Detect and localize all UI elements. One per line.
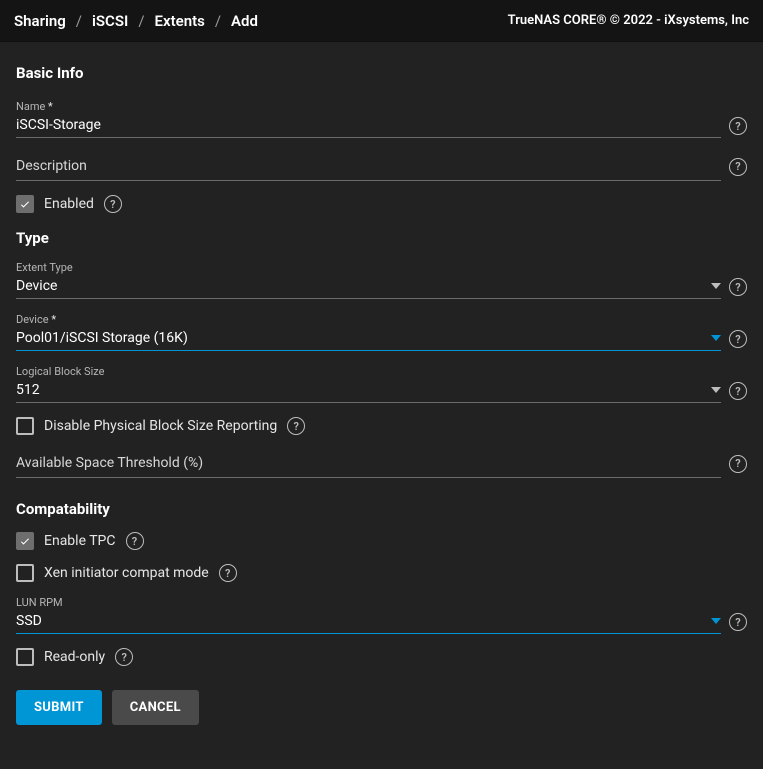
chevron-down-icon [711,281,721,291]
extent-type-select[interactable]: Device [16,275,721,299]
help-icon[interactable]: ? [287,417,305,435]
breadcrumb-add[interactable]: Add [231,12,258,30]
chevron-down-icon [711,616,721,626]
field-threshold: Available Space Threshold (%) ? [16,449,747,478]
input-wrap-name[interactable] [16,114,721,138]
disable-pbs-label: Disable Physical Block Size Reporting [44,418,277,434]
help-icon[interactable]: ? [729,330,747,348]
enabled-checkbox[interactable] [16,195,34,213]
topbar: Sharing / iSCSI / Extents / Add TrueNAS … [0,0,763,42]
chevron-down-icon [711,385,721,395]
name-input[interactable] [16,117,721,133]
breadcrumb-sharing[interactable]: Sharing [14,12,66,30]
field-enabled: Enabled ? [16,195,747,213]
copyright-text: TrueNAS CORE® © 2022 - iXsystems, Inc [508,13,749,28]
label-name: Name * [16,100,747,113]
device-select[interactable]: Pool01/iSCSI Storage (16K) [16,327,721,351]
enabled-label: Enabled [44,196,94,212]
breadcrumb-iscsi[interactable]: iSCSI [92,12,128,30]
field-device: Device * Pool01/iSCSI Storage (16K) ? [16,313,747,351]
xen-checkbox[interactable] [16,564,34,582]
label-lbs: Logical Block Size [16,365,747,378]
field-extent-type: Extent Type Device ? [16,261,747,299]
field-readonly: Read-only ? [16,648,747,666]
field-description: Description ? [16,152,747,181]
help-icon[interactable]: ? [126,532,144,550]
submit-button[interactable]: SUBMIT [16,690,102,725]
disable-pbs-checkbox[interactable] [16,417,34,435]
threshold-input[interactable]: Available Space Threshold (%) [16,449,721,478]
description-input[interactable]: Description [16,152,721,181]
xen-label: Xen initiator compat mode [44,565,209,581]
help-icon[interactable]: ? [729,117,747,135]
lunrpm-select[interactable]: SSD [16,610,721,634]
breadcrumb-sep: / [138,12,144,30]
breadcrumb-sep: / [76,12,82,30]
page-body: Basic Info Name * ? Description ? Enable… [0,42,763,769]
field-enable-tpc: Enable TPC ? [16,532,747,550]
section-title-basic: Basic Info [16,64,747,82]
help-icon[interactable]: ? [115,648,133,666]
readonly-checkbox[interactable] [16,648,34,666]
help-icon[interactable]: ? [729,382,747,400]
help-icon[interactable]: ? [729,613,747,631]
lbs-select[interactable]: 512 [16,379,721,403]
help-icon[interactable]: ? [729,278,747,296]
readonly-label: Read-only [44,649,105,665]
label-extent-type: Extent Type [16,261,747,274]
label-lunrpm: LUN RPM [16,596,747,609]
section-title-type: Type [16,229,747,247]
chevron-down-icon [711,333,721,343]
field-lunrpm: LUN RPM SSD ? [16,596,747,634]
field-disable-pbs: Disable Physical Block Size Reporting ? [16,417,747,435]
help-icon[interactable]: ? [104,195,122,213]
cancel-button[interactable]: CANCEL [112,690,199,725]
label-device: Device * [16,313,747,326]
help-icon[interactable]: ? [729,158,747,176]
field-xen: Xen initiator compat mode ? [16,564,747,582]
breadcrumb-sep: / [215,12,221,30]
field-lbs: Logical Block Size 512 ? [16,365,747,403]
enable-tpc-label: Enable TPC [44,533,116,549]
field-name: Name * ? [16,100,747,138]
enable-tpc-checkbox[interactable] [16,532,34,550]
breadcrumb: Sharing / iSCSI / Extents / Add [14,12,258,30]
section-title-compat: Compatability [16,500,747,518]
breadcrumb-extents[interactable]: Extents [155,12,205,30]
help-icon[interactable]: ? [219,564,237,582]
help-icon[interactable]: ? [729,455,747,473]
button-row: SUBMIT CANCEL [16,690,747,725]
